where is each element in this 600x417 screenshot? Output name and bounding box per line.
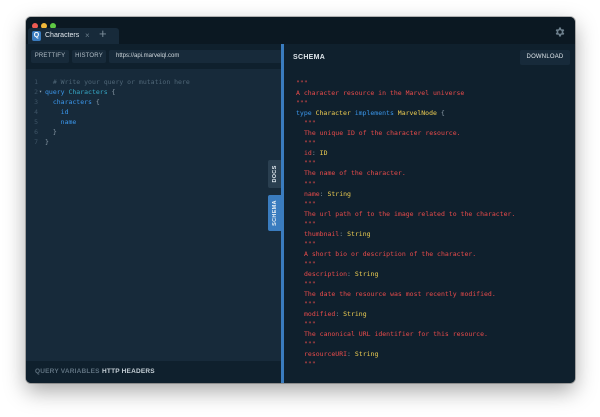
new-tab-button[interactable]: + bbox=[99, 27, 107, 41]
schema-line: """ bbox=[304, 179, 316, 188]
schema-line: The unique ID of the character resource. bbox=[304, 129, 461, 138]
schema-line: The name of the character. bbox=[304, 169, 406, 178]
query-pane: PRETTIFY HISTORY https://api.marvelql.co… bbox=[26, 44, 281, 383]
http-headers-tab[interactable]: HTTP HEADERS bbox=[102, 368, 155, 375]
line-number: 2 bbox=[34, 88, 38, 96]
schema-line: """ bbox=[296, 99, 308, 108]
editor-toolbar: PRETTIFY HISTORY https://api.marvelql.co… bbox=[26, 44, 281, 69]
schema-line: description: String bbox=[304, 269, 379, 278]
schema-line: The url path of to the image related to … bbox=[304, 209, 516, 218]
schema-line: """ bbox=[304, 239, 316, 248]
query-variables-tab[interactable]: QUERY VARIABLES bbox=[35, 368, 100, 375]
schema-line: """ bbox=[304, 280, 316, 288]
schema-line: name: String bbox=[304, 189, 351, 198]
code-text: query Characters { bbox=[45, 88, 116, 96]
schema-line: resourceURI: String bbox=[304, 350, 379, 359]
gear-icon[interactable] bbox=[554, 26, 566, 38]
download-button[interactable]: DOWNLOAD bbox=[520, 50, 570, 65]
code-text: characters { bbox=[45, 98, 100, 106]
schema-line: """ bbox=[304, 300, 316, 309]
schema-line: """ bbox=[304, 259, 316, 268]
schema-side-tab-label: SCHEMA bbox=[271, 200, 278, 226]
code-text: # Write your query or mutation here bbox=[45, 78, 190, 86]
schema-side-tab[interactable]: SCHEMA bbox=[268, 195, 281, 231]
schema-line: The canonical URL identifier for this re… bbox=[304, 330, 488, 339]
schema-line: thumbnail: String bbox=[304, 229, 371, 238]
schema-line: id: ID bbox=[304, 149, 328, 158]
code-text: id bbox=[45, 108, 69, 116]
schema-panel: SCHEMA DOWNLOAD """ A character resource … bbox=[284, 44, 575, 383]
prettify-button[interactable]: PRETTIFY bbox=[31, 50, 69, 63]
title-bar: Q Characters × + bbox=[26, 17, 575, 45]
schema-line: A character resource in the Marvel unive… bbox=[296, 89, 465, 98]
schema-sdl-view: """ A character resource in the Marvel un… bbox=[284, 78, 575, 383]
line-number: 3 bbox=[34, 98, 38, 106]
schema-line: modified: String bbox=[304, 310, 367, 319]
docs-side-tab[interactable]: DOCS bbox=[268, 160, 281, 188]
tab-close-icon[interactable]: × bbox=[85, 31, 90, 41]
fold-arrow-icon[interactable]: ▾ bbox=[39, 87, 42, 97]
line-number: 5 bbox=[34, 118, 38, 126]
line-number: 7 bbox=[34, 138, 38, 146]
schema-line: """ bbox=[304, 360, 316, 369]
schema-panel-title: SCHEMA bbox=[293, 54, 326, 61]
graphql-playground-window: Q Characters × + PRETTIFY HISTORY https:… bbox=[26, 17, 575, 383]
graphql-logo-icon: Q bbox=[32, 31, 41, 41]
schema-line: The date the resource was most recently … bbox=[304, 290, 496, 299]
line-number: 4 bbox=[34, 108, 38, 116]
schema-line: """ bbox=[304, 320, 316, 329]
line-number: 6 bbox=[34, 128, 38, 136]
line-number: 1 bbox=[34, 78, 38, 86]
tab-title: Characters bbox=[45, 32, 80, 39]
schema-line: """ bbox=[304, 219, 316, 228]
docs-side-tab-label: DOCS bbox=[271, 165, 278, 183]
code-text: name bbox=[45, 118, 77, 126]
schema-line: """ bbox=[304, 199, 316, 208]
query-editor[interactable]: 1 # Write your query or mutation here 2 ▾ q… bbox=[26, 69, 281, 361]
schema-line: """ bbox=[304, 159, 316, 168]
schema-line: A short bio or description of the charac… bbox=[304, 249, 477, 258]
schema-line: """ bbox=[304, 139, 316, 148]
schema-line: """ bbox=[296, 79, 308, 87]
editor-footer: QUERY VARIABLES HTTP HEADERS bbox=[26, 361, 281, 383]
code-text: } bbox=[45, 128, 57, 136]
history-button[interactable]: HISTORY bbox=[72, 50, 106, 63]
schema-line: type Character implements MarvelNode { bbox=[296, 109, 445, 118]
schema-line: """ bbox=[304, 340, 316, 349]
endpoint-url-input[interactable]: https://api.marvelql.com bbox=[109, 50, 281, 63]
code-text: } bbox=[45, 138, 49, 146]
schema-line: """ bbox=[304, 119, 316, 128]
